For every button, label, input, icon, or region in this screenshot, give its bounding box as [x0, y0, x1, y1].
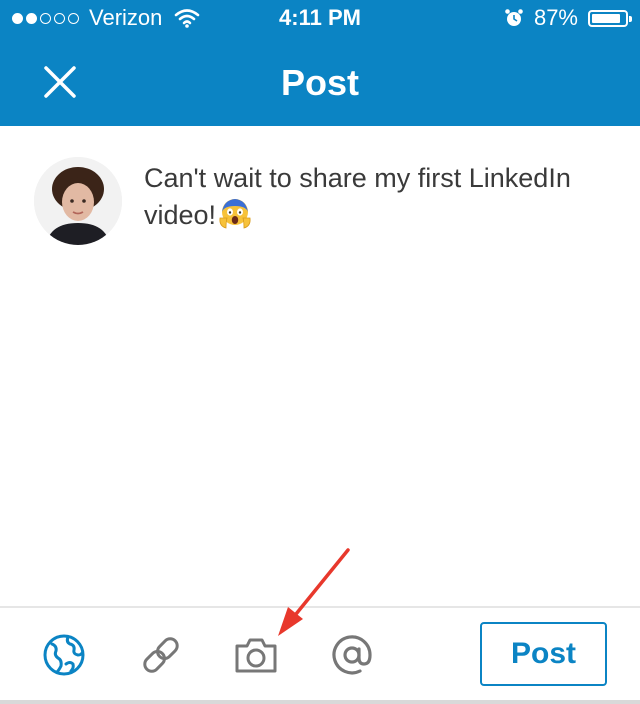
battery-tip: [629, 15, 632, 22]
post-text[interactable]: Can't wait to share my first LinkedIn vi…: [144, 160, 614, 239]
status-bar: Verizon 4:11 PM 87%: [0, 0, 640, 38]
battery-icon: [588, 9, 632, 27]
globe-icon: [43, 634, 85, 676]
page-title: Post: [280, 62, 359, 103]
app-header: Verizon 4:11 PM 87% Post: [0, 0, 640, 126]
status-right: 87%: [504, 5, 632, 31]
scream-emoji-icon: [218, 196, 252, 239]
post-text-content: Can't wait to share my first LinkedIn vi…: [144, 163, 571, 230]
add-link-button[interactable]: [137, 631, 185, 679]
alarm-icon: [505, 9, 523, 26]
post-button[interactable]: Post: [480, 622, 607, 686]
visibility-button[interactable]: [40, 631, 88, 679]
battery-percent: 87%: [533, 5, 578, 30]
avatar: [34, 157, 122, 245]
bottom-edge: [0, 700, 640, 704]
link-icon: [143, 637, 179, 673]
annotation-arrow: [278, 548, 350, 636]
battery-fill: [592, 13, 620, 23]
